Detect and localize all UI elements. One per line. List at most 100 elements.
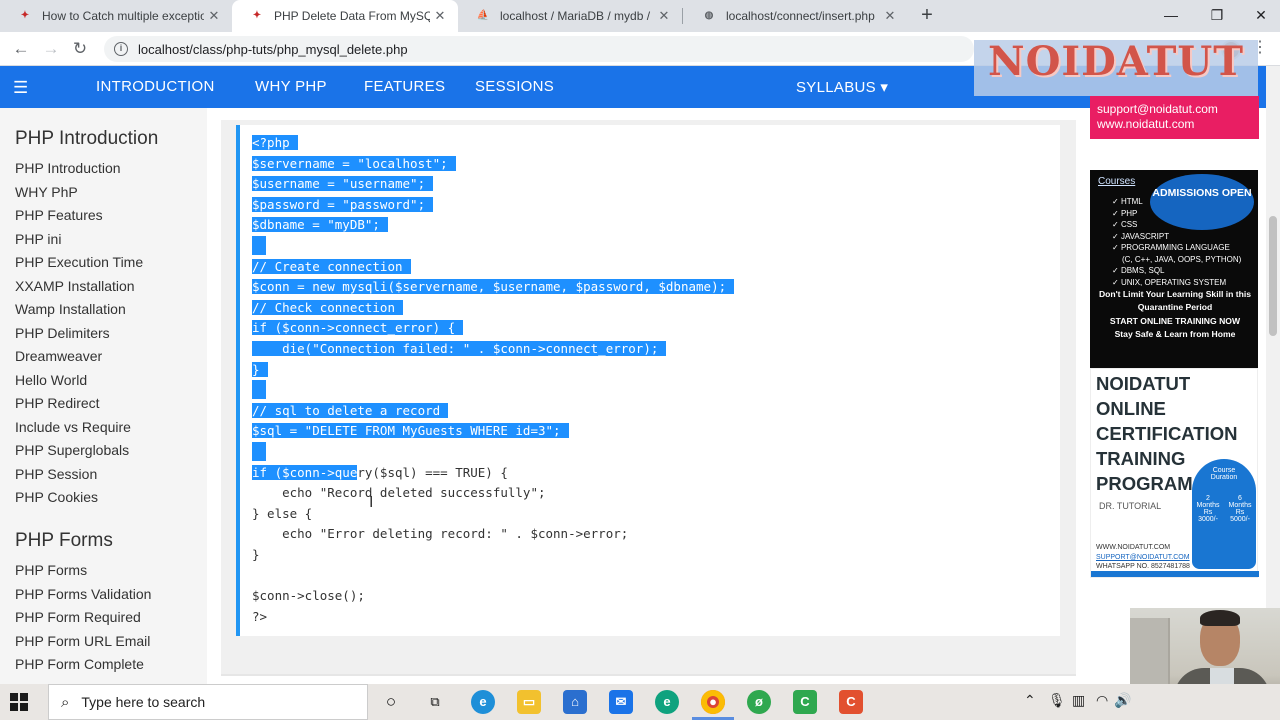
certification-ad[interactable]: NOIDATUT ONLINE CERTIFICATION TRAINING P… <box>1090 368 1259 578</box>
task-view-icon[interactable]: ⧉ <box>423 690 447 714</box>
sidebar-item[interactable]: XXAMP Installation <box>15 278 135 294</box>
tab-separator <box>682 8 683 24</box>
site-logo[interactable]: NOIDATUT <box>988 38 1244 85</box>
nav-why-php[interactable]: WHY PHP <box>255 78 327 95</box>
wifi-icon[interactable]: ◠ <box>1096 692 1108 709</box>
sidebar-item[interactable]: PHP Forms <box>15 562 87 578</box>
course-item: UNIX, OPERATING SYSTEM <box>1112 277 1241 289</box>
code-line: ?> <box>252 607 267 626</box>
address-bar[interactable]: i localhost/class/php-tuts/php_mysql_del… <box>104 36 974 62</box>
sidebar-item[interactable]: PHP Features <box>15 207 103 223</box>
taskbar-search-placeholder: Type here to search <box>81 694 206 710</box>
close-icon[interactable]: ✕ <box>654 8 674 24</box>
course-duration-badge: Course Duration 2 Months Rs 3000/- 6 Mon… <box>1192 459 1256 569</box>
info-icon[interactable]: i <box>114 42 128 56</box>
maximize-button[interactable]: ❐ <box>1194 0 1240 32</box>
nav-sessions[interactable]: SESSIONS <box>475 78 554 95</box>
code-text: echo "Error deleting record: " . $conn->… <box>252 526 629 542</box>
course-item: CSS <box>1112 219 1241 231</box>
selected-code-text: // Check connection <box>252 299 403 315</box>
volume-icon[interactable]: 🔊 <box>1114 692 1131 709</box>
hamburger-icon[interactable]: ☰ <box>13 78 28 98</box>
sidebar-item[interactable]: Include vs Require <box>15 419 131 435</box>
selected-code-text: <?php <box>252 135 298 150</box>
reload-button[interactable]: ↻ <box>69 38 91 60</box>
sidebar-item[interactable]: PHP Cookies <box>15 489 98 505</box>
sidebar-item[interactable]: PHP Session <box>15 466 97 482</box>
cortana-icon[interactable]: ○ <box>379 690 403 714</box>
page-scrollbar[interactable] <box>1266 66 1280 684</box>
tab-catch-exception[interactable]: ✦ How to Catch multiple exception ✕ <box>0 0 232 32</box>
code-line: } else { <box>252 504 312 523</box>
close-icon[interactable]: ✕ <box>430 8 450 24</box>
course-item: PROGRAMMING LANGUAGE <box>1112 242 1241 254</box>
nav-syllabus[interactable]: SYLLABUS ▾ <box>796 78 888 96</box>
sidebar-item[interactable]: Wamp Installation <box>15 301 126 317</box>
network-icon[interactable]: ▥ <box>1072 692 1085 709</box>
sidebar-item[interactable]: PHP Superglobals <box>15 442 129 458</box>
microphone-icon[interactable]: 🎙 <box>1048 692 1066 709</box>
sidebar-item[interactable]: PHP Delimiters <box>15 325 110 341</box>
file-explorer-icon[interactable]: ▭ <box>517 690 541 714</box>
footer-web: WWW.NOIDATUT.COM <box>1096 544 1171 551</box>
sidebar-item[interactable]: Hello World <box>15 372 87 388</box>
selected-code-text: // sql to delete a record <box>252 402 449 418</box>
close-icon[interactable]: ✕ <box>880 8 900 24</box>
sidebar-item[interactable]: PHP ini <box>15 231 61 247</box>
chrome-icon[interactable]: ● <box>701 690 725 714</box>
edge-icon[interactable]: e <box>471 690 495 714</box>
sidebar-item[interactable]: PHP Form Required <box>15 609 141 625</box>
duration-options: 2 Months Rs 3000/- 6 Months Rs 5000/- <box>1192 495 1256 523</box>
sidebar-item[interactable]: PHP Execution Time <box>15 254 143 270</box>
tab-insert[interactable]: ◍ localhost/connect/insert.php ✕ <box>684 0 908 32</box>
phpmyadmin-icon: ⛵ <box>476 10 490 21</box>
sidebar-item[interactable]: PHP Form URL Email <box>15 633 150 649</box>
windows-taskbar: ⌕ Type here to search ○ ⧉ e ▭ ⌂ ✉ e ● ø … <box>0 684 1280 720</box>
code-line: $username = "username"; <box>252 174 434 193</box>
course-item-sub: (C, C++, JAVA, OOPS, PYTHON) <box>1122 254 1242 264</box>
tab-title: How to Catch multiple exception <box>42 9 204 23</box>
code-line: $sql = "DELETE FROM MyGuests WHERE id=3"… <box>252 421 569 440</box>
code-line: if ($conn->connect_error) { <box>252 318 464 337</box>
code-line: } <box>252 545 260 564</box>
sidebar-item[interactable]: PHP Forms Validation <box>15 586 151 602</box>
camtasia-icon[interactable]: C <box>793 690 817 714</box>
presenter-hair <box>1200 610 1240 626</box>
sidebar-item[interactable]: PHP Form Complete <box>15 656 144 672</box>
taskbar-search[interactable]: ⌕ Type here to search <box>48 684 368 720</box>
store-icon[interactable]: ⌂ <box>563 690 587 714</box>
sidebar-item[interactable]: Dreamweaver <box>15 348 102 364</box>
close-icon[interactable]: ✕ <box>204 8 224 24</box>
chevron-up-icon[interactable]: ⌃ <box>1024 692 1036 709</box>
selected-code-text: $password = "password"; <box>252 196 434 212</box>
edge-new-icon[interactable]: e <box>655 690 679 714</box>
tab-title: localhost / MariaDB / mydb / My <box>500 9 654 23</box>
contact-ad[interactable]: support@noidatut.com www.noidatut.com <box>1090 96 1259 139</box>
scrollbar-thumb[interactable] <box>1269 216 1277 336</box>
sidebar-item[interactable]: WHY PhP <box>15 184 78 200</box>
code-line: // Check connection <box>252 298 403 317</box>
nav-features[interactable]: FEATURES <box>364 78 445 95</box>
mail-icon[interactable]: ✉ <box>609 690 633 714</box>
code-line: } <box>252 360 268 379</box>
sidebar-item[interactable]: PHP Redirect <box>15 395 100 411</box>
code-text: echo "Record deleted successfully"; <box>252 485 546 501</box>
new-tab-button[interactable]: + <box>916 4 938 28</box>
selected-code-text: $dbname = "myDB"; <box>252 217 388 233</box>
back-button[interactable]: ← <box>10 38 32 60</box>
close-window-button[interactable]: ✕ <box>1238 0 1280 32</box>
tab-title: localhost/connect/insert.php <box>726 9 875 23</box>
tab-phpmyadmin[interactable]: ⛵ localhost / MariaDB / mydb / My ✕ <box>458 0 682 32</box>
nav-introduction[interactable]: INTRODUCTION <box>96 78 215 95</box>
code-text: $conn->close(); <box>252 588 365 604</box>
favicon-a-icon: ✦ <box>20 10 30 21</box>
admissions-ad[interactable]: Courses ADMISSIONS OPEN HTML PHP CSS JAV… <box>1090 170 1258 368</box>
forward-button[interactable]: → <box>40 38 62 60</box>
tab-php-delete[interactable]: ✦ PHP Delete Data From MySQL ✕ <box>232 0 458 32</box>
sidebar-item[interactable]: PHP Introduction <box>15 160 121 176</box>
recorder-icon[interactable]: C <box>839 690 863 714</box>
windows-start-icon[interactable] <box>10 693 28 711</box>
course-duration-label: Course Duration <box>1210 467 1238 481</box>
editor-icon[interactable]: ø <box>747 690 771 714</box>
minimize-button[interactable]: — <box>1148 0 1194 32</box>
